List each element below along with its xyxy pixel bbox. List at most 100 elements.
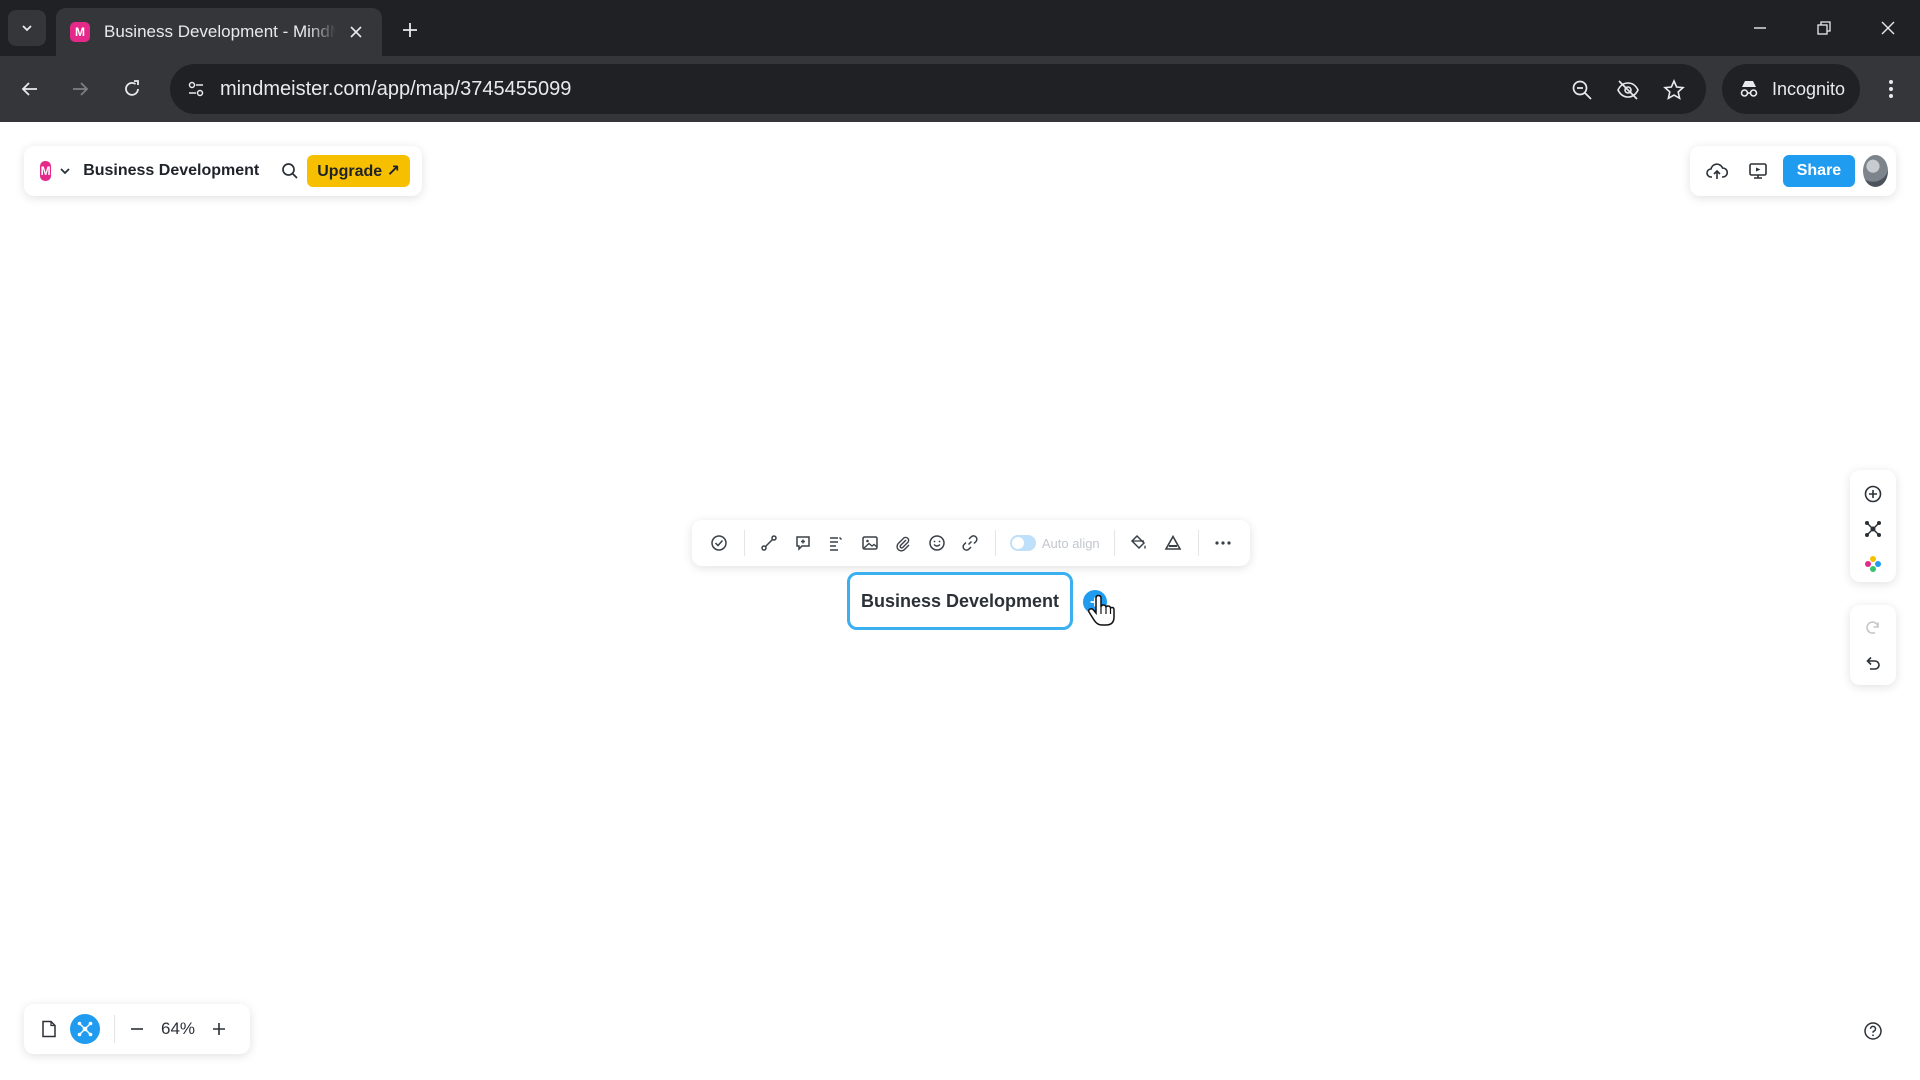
shape-button[interactable] — [1159, 528, 1187, 558]
zoom-panel: 64% — [24, 1004, 250, 1054]
plus-circle-icon — [1864, 486, 1882, 503]
zoom-in-button[interactable] — [205, 1015, 233, 1043]
more-options-button[interactable] — [1210, 528, 1238, 558]
add-topic-button[interactable] — [1856, 478, 1890, 511]
address-bar[interactable]: mindmeister.com/app/map/3745455099 — [170, 64, 1706, 114]
redo-icon — [1866, 621, 1879, 634]
browser-menu-button[interactable] — [1876, 71, 1906, 107]
root-topic-node[interactable]: Business Development — [847, 572, 1073, 630]
cloud-upload-icon — [1706, 163, 1729, 179]
paint-bucket-icon — [1131, 534, 1147, 550]
theme-button[interactable] — [1856, 547, 1890, 580]
minus-icon — [131, 1028, 143, 1030]
new-tab-button[interactable] — [394, 14, 426, 46]
note-icon — [830, 537, 843, 551]
comment-button[interactable] — [789, 528, 817, 558]
restore-icon — [1817, 21, 1831, 35]
node-toolbar: Auto align — [692, 520, 1250, 566]
app-menu-button[interactable] — [59, 165, 71, 177]
zoom-divider — [114, 1015, 115, 1043]
theme-palette-icon — [1865, 555, 1881, 572]
auto-align-label: Auto align — [1041, 535, 1100, 551]
image-button[interactable] — [856, 528, 884, 558]
back-button[interactable] — [12, 71, 48, 107]
style-button[interactable] — [1126, 528, 1154, 558]
zoom-indicator-button[interactable] — [1568, 76, 1596, 104]
map-title[interactable]: Business Development — [83, 162, 259, 180]
attachment-button[interactable] — [889, 528, 917, 558]
more-horizontal-icon — [1215, 541, 1231, 545]
close-icon — [350, 26, 362, 38]
redo-button[interactable] — [1856, 611, 1890, 645]
incognito-indicator[interactable]: Incognito — [1722, 64, 1860, 114]
minimize-button[interactable] — [1732, 8, 1788, 48]
zoom-out-button[interactable] — [123, 1015, 151, 1043]
note-button[interactable] — [822, 528, 850, 558]
undo-button[interactable] — [1856, 645, 1890, 679]
mindmeister-canvas[interactable]: M Business Development Upgrade ↗ Share A… — [0, 122, 1920, 1080]
task-button[interactable] — [705, 528, 733, 558]
plus-icon — [213, 1023, 226, 1035]
upgrade-button[interactable]: Upgrade ↗ — [307, 155, 410, 187]
reload-icon — [125, 80, 139, 96]
arrow-left-icon — [21, 82, 37, 96]
avatar[interactable] — [1863, 155, 1888, 187]
comment-icon — [795, 536, 810, 551]
tune-icon — [188, 81, 204, 97]
mindmap-layout-icon — [1865, 521, 1881, 537]
help-circle-icon — [1864, 1022, 1882, 1040]
triangle-icon — [1164, 534, 1182, 550]
mindmeister-logo-icon[interactable]: M — [40, 161, 52, 181]
toolbar-divider — [994, 530, 996, 556]
map-header-panel: M Business Development Upgrade ↗ — [24, 146, 422, 196]
browser-toolbar: mindmeister.com/app/map/3745455099 Incog… — [0, 56, 1920, 122]
presentation-button[interactable] — [1744, 154, 1770, 188]
toolbar-divider — [1113, 530, 1115, 556]
browser-tab[interactable]: M Business Development - MindMeister — [56, 8, 382, 56]
paperclip-icon — [896, 536, 910, 552]
site-info-button[interactable] — [182, 75, 210, 103]
emoji-button[interactable] — [923, 528, 951, 558]
smile-icon — [928, 535, 945, 551]
document-icon — [42, 1020, 56, 1038]
presentation-icon — [1748, 163, 1767, 179]
mindmap-view-button[interactable] — [70, 1014, 100, 1044]
minimize-icon — [1754, 27, 1766, 29]
image-icon — [861, 536, 878, 550]
help-button[interactable] — [1858, 1016, 1888, 1046]
tab-search-button[interactable] — [8, 10, 46, 46]
search-button[interactable] — [281, 158, 299, 184]
zoom-out-icon — [1572, 80, 1592, 100]
toolbar-divider — [1197, 530, 1199, 556]
tracking-protection-button[interactable] — [1614, 76, 1642, 104]
more-vertical-icon — [1889, 80, 1893, 98]
close-window-button[interactable] — [1860, 8, 1916, 48]
restore-button[interactable] — [1796, 8, 1852, 48]
incognito-icon — [1740, 81, 1758, 97]
share-button[interactable]: Share — [1782, 155, 1856, 187]
mindmeister-favicon-icon: M — [70, 22, 90, 42]
tab-title: Business Development - MindMeister — [104, 22, 336, 41]
forward-button[interactable] — [62, 71, 98, 107]
link-button[interactable] — [956, 528, 984, 558]
zoom-level[interactable]: 64% — [161, 1019, 195, 1039]
toggle-switch[interactable] — [1009, 535, 1036, 551]
reload-button[interactable] — [114, 71, 150, 107]
search-icon — [282, 163, 298, 179]
layout-button[interactable] — [1856, 513, 1890, 546]
export-button[interactable] — [1704, 154, 1730, 188]
tab-close-button[interactable] — [344, 20, 368, 44]
chevron-down-icon — [60, 168, 70, 175]
bookmark-button[interactable] — [1660, 76, 1688, 104]
close-icon — [1881, 21, 1895, 35]
outline-view-button[interactable] — [34, 1014, 64, 1044]
chevron-down-icon — [22, 25, 32, 32]
toolbar-divider — [743, 530, 745, 556]
link-icon — [962, 535, 978, 551]
connection-icon — [761, 535, 777, 551]
map-actions-panel: Share — [1690, 146, 1896, 196]
connect-button[interactable] — [755, 528, 783, 558]
browser-tab-bar: M Business Development - MindMeister — [0, 0, 1920, 56]
arrow-right-icon — [73, 82, 89, 96]
auto-align-toggle[interactable]: Auto align — [1009, 535, 1100, 551]
